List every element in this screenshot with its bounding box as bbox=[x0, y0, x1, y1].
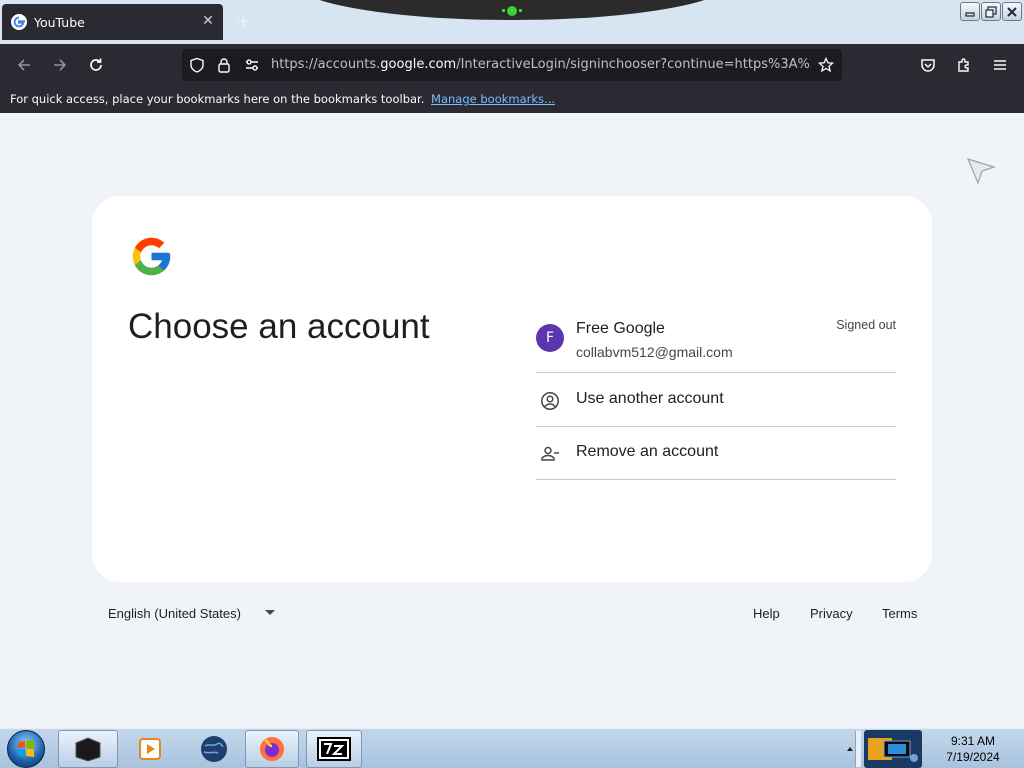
account-row[interactable]: F Free Google collabvm512@gmail.com Sign… bbox=[536, 312, 896, 373]
address-bar[interactable]: https://accounts.google.com/InteractiveL… bbox=[182, 49, 842, 81]
url-prefix: https://accounts. bbox=[271, 57, 381, 72]
system-clock[interactable]: 9:31 AM 7/19/2024 bbox=[940, 733, 1006, 765]
browser-titlebar: YouTube ✕ + bbox=[0, 0, 1024, 44]
avatar: F bbox=[536, 324, 564, 352]
google-favicon-icon bbox=[11, 14, 27, 30]
taskbar-item-terminal[interactable] bbox=[58, 730, 118, 768]
browser-tab-youtube[interactable]: YouTube ✕ bbox=[2, 4, 223, 40]
network-status-icon bbox=[868, 738, 918, 762]
minimize-button[interactable] bbox=[960, 2, 980, 21]
pocket-icon bbox=[921, 59, 935, 72]
chevron-up-icon[interactable] bbox=[846, 745, 854, 753]
bookmarks-toolbar: For quick access, place your bookmarks h… bbox=[0, 86, 1024, 113]
navigation-toolbar: https://accounts.google.com/InteractiveL… bbox=[0, 44, 1024, 86]
taskbar-item-media-player[interactable] bbox=[122, 730, 178, 768]
terms-link[interactable]: Terms bbox=[882, 606, 917, 621]
bookmarks-message: For quick access, place your bookmarks h… bbox=[10, 92, 425, 106]
clock-date: 7/19/2024 bbox=[946, 750, 1000, 764]
forward-button[interactable] bbox=[49, 54, 71, 76]
mouse-cursor-icon bbox=[966, 158, 996, 185]
permissions-icon[interactable] bbox=[244, 57, 260, 73]
black-box-icon bbox=[75, 737, 101, 762]
url-text[interactable]: https://accounts.google.com/InteractiveL… bbox=[271, 57, 811, 75]
back-button[interactable] bbox=[13, 54, 35, 76]
taskbar-item-7zip[interactable] bbox=[306, 730, 362, 768]
close-window-button[interactable] bbox=[1002, 2, 1022, 21]
tab-title: YouTube bbox=[34, 14, 85, 30]
chevron-down-icon[interactable] bbox=[265, 610, 275, 615]
show-hidden-icons-divider bbox=[855, 731, 861, 767]
restore-button[interactable] bbox=[981, 2, 1001, 21]
page-title: Choose an account bbox=[128, 307, 430, 346]
reload-icon bbox=[90, 58, 102, 71]
remove-account-button[interactable]: Remove an account bbox=[536, 427, 896, 480]
lock-icon[interactable] bbox=[216, 57, 232, 73]
media-player-icon bbox=[139, 738, 161, 760]
new-tab-icon[interactable]: + bbox=[236, 11, 251, 32]
help-link[interactable]: Help bbox=[753, 606, 780, 621]
privacy-link[interactable]: Privacy bbox=[810, 606, 853, 621]
account-name: Free Google bbox=[576, 320, 665, 337]
start-button[interactable] bbox=[7, 730, 45, 768]
use-another-account-label: Use another account bbox=[576, 390, 724, 407]
star-icon[interactable] bbox=[818, 57, 834, 73]
account-email: collabvm512@gmail.com bbox=[576, 344, 733, 360]
url-path: /InteractiveLogin/signinchooser?continue… bbox=[456, 57, 811, 72]
user-circle-icon bbox=[541, 392, 559, 410]
window-controls bbox=[960, 2, 1022, 21]
taskbar-item-globe[interactable] bbox=[186, 730, 242, 768]
manage-bookmarks-link[interactable]: Manage bookmarks... bbox=[431, 92, 555, 106]
arrow-right-icon bbox=[54, 59, 67, 71]
restore-icon bbox=[985, 5, 997, 18]
pocket-button[interactable] bbox=[917, 54, 939, 76]
use-another-account-button[interactable]: Use another account bbox=[536, 374, 896, 427]
status-badge: Signed out bbox=[836, 318, 896, 332]
google-signin-page: Choose an account F Free Google collabvm… bbox=[0, 113, 1024, 728]
reload-button[interactable] bbox=[85, 54, 107, 76]
wallpaper-accent-icon bbox=[502, 6, 522, 16]
extensions-button[interactable] bbox=[953, 54, 975, 76]
close-icon bbox=[1007, 6, 1017, 17]
close-tab-icon[interactable]: ✕ bbox=[201, 14, 215, 28]
user-remove-icon bbox=[541, 446, 559, 461]
clock-time: 9:31 AM bbox=[950, 734, 996, 748]
menu-button[interactable] bbox=[989, 54, 1011, 76]
taskbar-item-firefox[interactable] bbox=[245, 730, 299, 768]
minimize-icon bbox=[965, 11, 975, 17]
remove-account-label: Remove an account bbox=[576, 443, 719, 460]
shield-icon[interactable] bbox=[189, 57, 205, 73]
language-select[interactable]: English (United States) bbox=[108, 606, 241, 621]
globe-icon bbox=[201, 736, 227, 762]
windows-logo-icon bbox=[18, 740, 34, 757]
url-host: google.com bbox=[380, 57, 457, 72]
account-chooser-card: Choose an account F Free Google collabvm… bbox=[92, 196, 932, 582]
7zip-icon bbox=[317, 737, 351, 761]
windows-taskbar: 9:31 AM 7/19/2024 bbox=[0, 728, 1024, 768]
hamburger-menu-icon bbox=[994, 60, 1006, 70]
firefox-icon bbox=[260, 737, 284, 761]
arrow-left-icon bbox=[17, 59, 30, 71]
google-logo-icon bbox=[132, 237, 171, 276]
tray-network-icon[interactable] bbox=[864, 730, 922, 768]
puzzle-icon bbox=[958, 58, 969, 72]
